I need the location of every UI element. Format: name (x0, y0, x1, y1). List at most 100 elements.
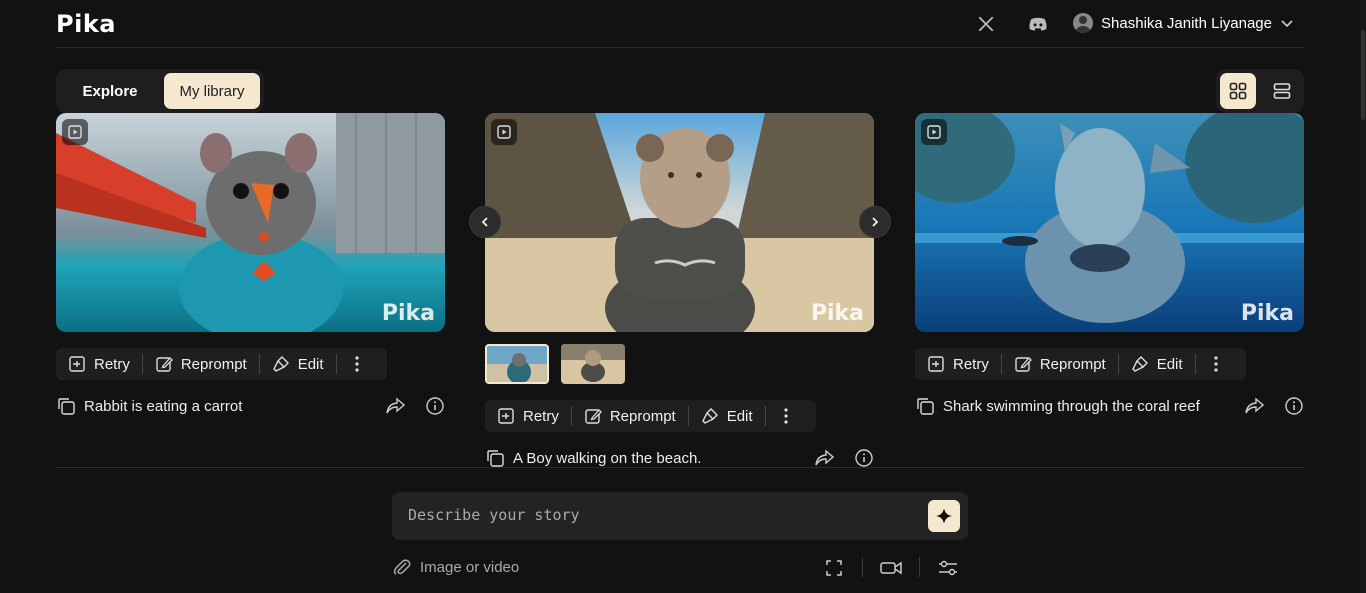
top-bar: Pika Shashika Janith Liyanage (56, 0, 1304, 48)
next-video-button[interactable] (859, 206, 891, 238)
video-thumbnail[interactable]: Pika (485, 113, 874, 332)
more-options-button[interactable] (766, 407, 806, 425)
aspect-ratio-button[interactable] (823, 557, 845, 579)
caption-row: Shark swimming through the coral reef (915, 394, 1304, 418)
edit-label: Edit (726, 407, 753, 425)
library-tabs: Explore My library (56, 69, 264, 113)
retry-icon (69, 356, 85, 372)
card-actions: Retry Reprompt Edit (915, 348, 1246, 380)
x-twitter-icon[interactable] (976, 14, 996, 34)
section-divider (56, 467, 1304, 468)
attach-media-button[interactable]: Image or video (392, 557, 519, 577)
retry-icon (928, 356, 944, 372)
prompt-caption: A Boy walking on the beach. (513, 449, 702, 467)
view-toggle (1216, 69, 1304, 113)
variant-thumbnail-2[interactable] (561, 344, 625, 384)
info-icon[interactable] (854, 448, 874, 468)
video-card-rabbit: Pika Retry Reprompt Edit Rabbit is eatin… (56, 113, 445, 415)
retry-label: Retry (953, 355, 989, 373)
share-icon[interactable] (1244, 397, 1264, 415)
story-prompt-input[interactable] (408, 506, 908, 524)
avatar (1073, 13, 1094, 33)
fullscreen-icon (826, 560, 842, 576)
video-badge-icon (491, 119, 517, 145)
info-icon[interactable] (1284, 396, 1304, 416)
video-card-shark: Pika Retry Reprompt Edit Shark swimming … (915, 113, 1304, 415)
retry-label: Retry (94, 355, 130, 373)
pika-watermark: Pika (810, 301, 864, 326)
copy-prompt-icon[interactable] (485, 448, 505, 468)
sliders-icon (939, 560, 957, 576)
share-icon[interactable] (385, 397, 405, 415)
retry-button[interactable]: Retry (485, 400, 571, 432)
settings-button[interactable] (937, 557, 959, 579)
tab-explore[interactable]: Explore (60, 73, 160, 109)
edit-button[interactable]: Edit (260, 348, 336, 380)
more-options-button[interactable] (337, 355, 377, 373)
more-vertical-icon (783, 408, 788, 424)
reprompt-label: Reprompt (1039, 355, 1106, 373)
grid-view-button[interactable] (1220, 73, 1256, 109)
edit-label: Edit (297, 355, 324, 373)
chevron-right-icon (872, 217, 879, 227)
reprompt-icon (1015, 357, 1032, 372)
reprompt-icon (585, 409, 602, 424)
retry-label: Retry (523, 407, 559, 425)
retry-button[interactable]: Retry (915, 348, 1001, 380)
brush-icon (701, 408, 718, 424)
reprompt-button[interactable]: Reprompt (143, 348, 259, 380)
divider (862, 557, 863, 577)
reprompt-icon (156, 357, 173, 372)
prompt-caption: Shark swimming through the coral reef (943, 397, 1200, 415)
brush-icon (272, 356, 289, 372)
tab-my-library[interactable]: My library (164, 73, 260, 109)
retry-button[interactable]: Retry (56, 348, 142, 380)
edit-button[interactable]: Edit (1119, 348, 1195, 380)
video-badge-icon (921, 119, 947, 145)
sparkle-icon (936, 508, 952, 524)
video-camera-icon (880, 561, 902, 575)
camera-control-button[interactable] (880, 557, 902, 579)
copy-prompt-icon[interactable] (915, 396, 935, 416)
grid-icon (1229, 82, 1247, 100)
info-icon[interactable] (425, 396, 445, 416)
divider (919, 557, 920, 577)
list-view-button[interactable] (1264, 73, 1300, 109)
scrollbar-thumb[interactable] (1361, 30, 1365, 120)
reprompt-button[interactable]: Reprompt (572, 400, 688, 432)
caption-row: Rabbit is eating a carrot (56, 394, 445, 418)
video-thumbnail[interactable]: Pika (56, 113, 445, 332)
card-actions: Retry Reprompt Edit (485, 400, 816, 432)
more-vertical-icon (1213, 356, 1218, 372)
page-scrollbar[interactable] (1360, 0, 1366, 593)
share-icon[interactable] (814, 449, 834, 467)
generate-button[interactable] (928, 500, 960, 532)
more-options-button[interactable] (1196, 355, 1236, 373)
discord-icon[interactable] (1028, 14, 1048, 34)
paperclip-icon (393, 559, 411, 575)
pika-watermark: Pika (381, 301, 435, 326)
prompt-bar (392, 492, 968, 540)
retry-icon (498, 408, 514, 424)
prompt-caption: Rabbit is eating a carrot (84, 397, 243, 415)
more-vertical-icon (354, 356, 359, 372)
reprompt-label: Reprompt (609, 407, 676, 425)
copy-prompt-icon[interactable] (56, 396, 76, 416)
card-actions: Retry Reprompt Edit (56, 348, 387, 380)
video-thumbnail[interactable]: Pika (915, 113, 1304, 332)
chevron-left-icon (481, 217, 488, 227)
chevron-down-icon (1281, 20, 1293, 28)
user-menu[interactable]: Shashika Janith Liyanage (1073, 13, 1294, 33)
pika-logo[interactable]: Pika (56, 10, 116, 38)
attach-label: Image or video (420, 558, 520, 576)
edit-label: Edit (1156, 355, 1183, 373)
variant-thumbnail-1[interactable] (485, 344, 549, 384)
reprompt-button[interactable]: Reprompt (1002, 348, 1118, 380)
pika-watermark: Pika (1240, 301, 1294, 326)
video-badge-icon (62, 119, 88, 145)
list-icon (1273, 83, 1291, 99)
previous-video-button[interactable] (469, 206, 501, 238)
user-name: Shashika Janith Liyanage (1101, 14, 1272, 32)
video-card-boy: Pika (485, 113, 874, 332)
edit-button[interactable]: Edit (689, 400, 765, 432)
